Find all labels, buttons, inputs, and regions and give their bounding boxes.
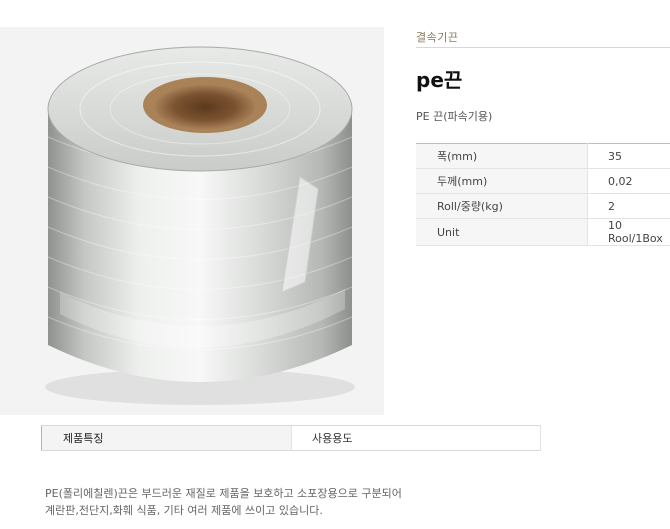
- spec-value: 2: [587, 193, 670, 219]
- spec-value: 10 Rool/1Box: [587, 218, 670, 246]
- product-subtitle: PE 끈(파속기용): [416, 110, 493, 123]
- tab-product-features[interactable]: 제품특징: [41, 426, 291, 450]
- tab-usage[interactable]: 사용용도: [291, 426, 540, 450]
- product-image: [0, 27, 384, 415]
- category-label: 결속기끈: [416, 31, 459, 44]
- spec-value: 0,02: [587, 168, 670, 194]
- product-description: PE(폴리에칠렌)끈은 부드러운 재질로 제품을 보호하고 소포장용으로 구분되…: [45, 485, 485, 519]
- spec-label: Unit: [416, 218, 588, 246]
- spec-row: Unit 10 Rool/1Box: [416, 218, 670, 246]
- description-line: PE(폴리에칠렌)끈은 부드러운 재질로 제품을 보호하고 소포장용으로 구분되…: [45, 487, 402, 500]
- product-title: pe끈: [416, 68, 463, 92]
- spec-label: Roll/중량(kg): [416, 193, 588, 219]
- spec-label: 폭(mm): [416, 143, 588, 169]
- spec-row: 두께(mm) 0,02: [416, 168, 670, 194]
- description-line: 계란판,전단지,화훼 식품, 기타 여러 제품에 쓰이고 있습니다.: [45, 504, 323, 517]
- spec-value: 35: [587, 143, 670, 169]
- divider: [416, 47, 670, 48]
- product-info-tabs: 제품특징 사용용도: [41, 425, 541, 451]
- spec-row: Roll/중량(kg) 2: [416, 193, 670, 219]
- spec-row: 폭(mm) 35: [416, 143, 670, 169]
- spec-table: 폭(mm) 35 두께(mm) 0,02 Roll/중량(kg) 2 Unit …: [416, 143, 670, 246]
- spec-label: 두께(mm): [416, 168, 588, 194]
